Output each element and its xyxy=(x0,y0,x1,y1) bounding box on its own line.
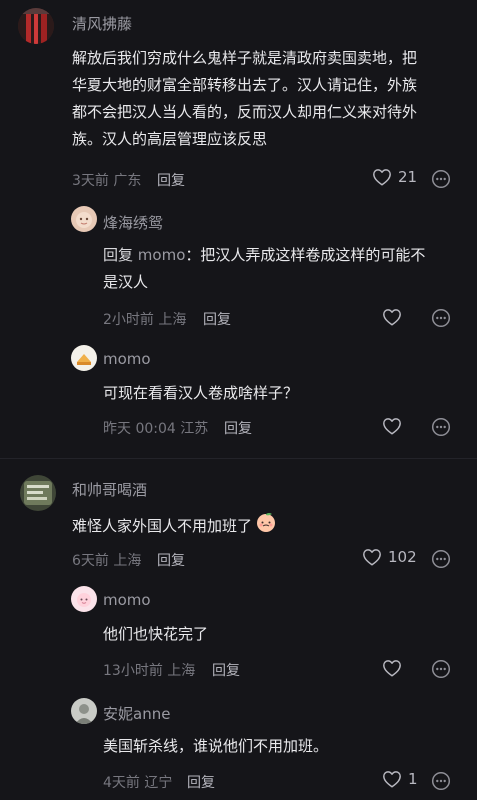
reply-location: 上海 xyxy=(167,663,196,679)
like-button[interactable] xyxy=(382,659,408,677)
reply-text-line: 可现在看看汉人卷成啥样子？ xyxy=(103,384,299,402)
comment-username[interactable]: 和帅哥喝酒 xyxy=(72,479,147,500)
reply-location: 上海 xyxy=(158,312,187,328)
reply-text-line: 是汉人 xyxy=(103,273,149,291)
reply-text-line: 美国斩杀线，谁说他们不用加班。 xyxy=(103,737,329,755)
reply-text: 他们也快花完了 xyxy=(103,621,467,648)
reply-button[interactable]: 回复 xyxy=(224,418,252,438)
comment-time: 3天前 xyxy=(72,173,109,189)
reply-button[interactable]: 回复 xyxy=(187,772,215,792)
reply-text-line: 回复 momo：把汉人弄成这样卷成这样的可能不 xyxy=(103,242,467,269)
avatar[interactable] xyxy=(20,475,56,511)
comment-text-line: 难怪人家外国人不用加班了 xyxy=(72,511,467,542)
more-dots-icon[interactable] xyxy=(431,308,451,328)
reply-button[interactable]: 回复 xyxy=(157,170,185,190)
like-button[interactable] xyxy=(382,308,408,326)
reply-prefix: 回复 xyxy=(103,246,134,264)
comment: 和帅哥喝酒 难怪人家外国人不用加班了 6天前 上海 回复 102 momo 他们… xyxy=(0,465,477,800)
avatar[interactable] xyxy=(71,345,97,371)
more-dots-icon[interactable] xyxy=(431,771,451,791)
comment-text-line: 族。汉人的高层管理应该反思 xyxy=(72,130,268,148)
comment-text-line: 华夏大地的财富全部转移出去了。汉人请记住，外族 xyxy=(72,76,418,94)
reply-meta: 13小时前 上海 xyxy=(103,660,195,680)
reply: momo 他们也快花完了 13小时前 上海 回复 xyxy=(0,582,477,687)
comment: 清风拂藤 解放后我们穷成什么鬼样子就是清政府卖国卖地，把 华夏大地的财富全部转移… xyxy=(0,0,477,460)
more-dots-icon[interactable] xyxy=(431,549,451,569)
reply-time: 昨天 00:04 xyxy=(103,421,176,437)
reply-time: 13小时前 xyxy=(103,663,163,679)
like-count: 102 xyxy=(388,548,417,566)
divider xyxy=(0,458,477,459)
reply-button[interactable]: 回复 xyxy=(203,309,231,329)
reply-button[interactable]: 回复 xyxy=(157,550,185,570)
comment-time: 6天前 xyxy=(72,553,109,569)
heart-outline-icon xyxy=(382,770,402,788)
comment-text-segment: 难怪人家外国人不用加班了 xyxy=(72,517,253,535)
reply-text: 可现在看看汉人卷成啥样子？ xyxy=(103,380,467,407)
like-button[interactable]: 1 xyxy=(382,770,418,788)
comment-meta: 3天前 广东 xyxy=(72,170,141,190)
comment-location: 广东 xyxy=(113,173,142,189)
reply-text: 回复 momo：把汉人弄成这样卷成这样的可能不 是汉人 xyxy=(103,242,467,296)
reply: 烽海绣鸳 回复 momo：把汉人弄成这样卷成这样的可能不 是汉人 2小时前 上海… xyxy=(0,200,477,330)
like-button[interactable]: 21 xyxy=(372,168,417,186)
heart-outline-icon xyxy=(382,659,402,677)
reply-button[interactable]: 回复 xyxy=(212,660,240,680)
comment-text-line: 解放后我们穷成什么鬼样子就是清政府卖国卖地，把 xyxy=(72,49,418,67)
reply-text-line: 他们也快花完了 xyxy=(103,625,209,643)
like-count: 1 xyxy=(408,770,418,788)
reply-meta: 2小时前 上海 xyxy=(103,309,186,329)
reply-username[interactable]: 安妮anne xyxy=(103,703,170,724)
reply: 安妮anne 美国斩杀线，谁说他们不用加班。 4天前 辽宁 回复 1 xyxy=(0,693,477,798)
reply-time: 4天前 xyxy=(103,775,140,791)
avatar[interactable] xyxy=(71,698,97,724)
heart-outline-icon xyxy=(382,308,402,326)
more-dots-icon[interactable] xyxy=(431,659,451,679)
avatar[interactable] xyxy=(71,206,97,232)
reply-meta: 昨天 00:04 江苏 xyxy=(103,418,208,438)
reply-text-segment: ：把汉人弄成这样卷成这样的可能不 xyxy=(185,246,426,264)
reply-username[interactable]: momo xyxy=(103,350,151,368)
reply: momo 可现在看看汉人卷成啥样子？ 昨天 00:04 江苏 回复 xyxy=(0,340,477,450)
reply-target-username[interactable]: momo xyxy=(138,246,186,264)
like-button[interactable]: 102 xyxy=(362,548,417,566)
reply-meta: 4天前 辽宁 xyxy=(103,772,172,792)
reply-location: 辽宁 xyxy=(144,775,173,791)
comment-meta: 6天前 上海 xyxy=(72,550,141,570)
peach-emoji-icon xyxy=(255,511,277,542)
reply-username[interactable]: 烽海绣鸳 xyxy=(103,212,163,233)
heart-outline-icon xyxy=(382,417,402,435)
reply-location: 江苏 xyxy=(180,421,209,437)
more-dots-icon[interactable] xyxy=(431,417,451,437)
like-button[interactable] xyxy=(382,417,408,435)
like-count: 21 xyxy=(398,168,418,186)
comment-text-line: 都不会把汉人当人看的，反而汉人却用仁义来对待外 xyxy=(72,103,418,121)
heart-outline-icon xyxy=(362,548,382,566)
reply-username[interactable]: momo xyxy=(103,591,151,609)
comment-username[interactable]: 清风拂藤 xyxy=(72,13,132,34)
comment-location: 上海 xyxy=(113,553,142,569)
comment-text: 难怪人家外国人不用加班了 xyxy=(72,511,467,542)
heart-outline-icon xyxy=(372,168,392,186)
reply-text: 美国斩杀线，谁说他们不用加班。 xyxy=(103,733,467,760)
comment-text: 解放后我们穷成什么鬼样子就是清政府卖国卖地，把 华夏大地的财富全部转移出去了。汉… xyxy=(72,45,467,153)
avatar[interactable] xyxy=(71,586,97,612)
more-dots-icon[interactable] xyxy=(431,169,451,189)
reply-time: 2小时前 xyxy=(103,312,154,328)
avatar[interactable] xyxy=(18,8,54,44)
